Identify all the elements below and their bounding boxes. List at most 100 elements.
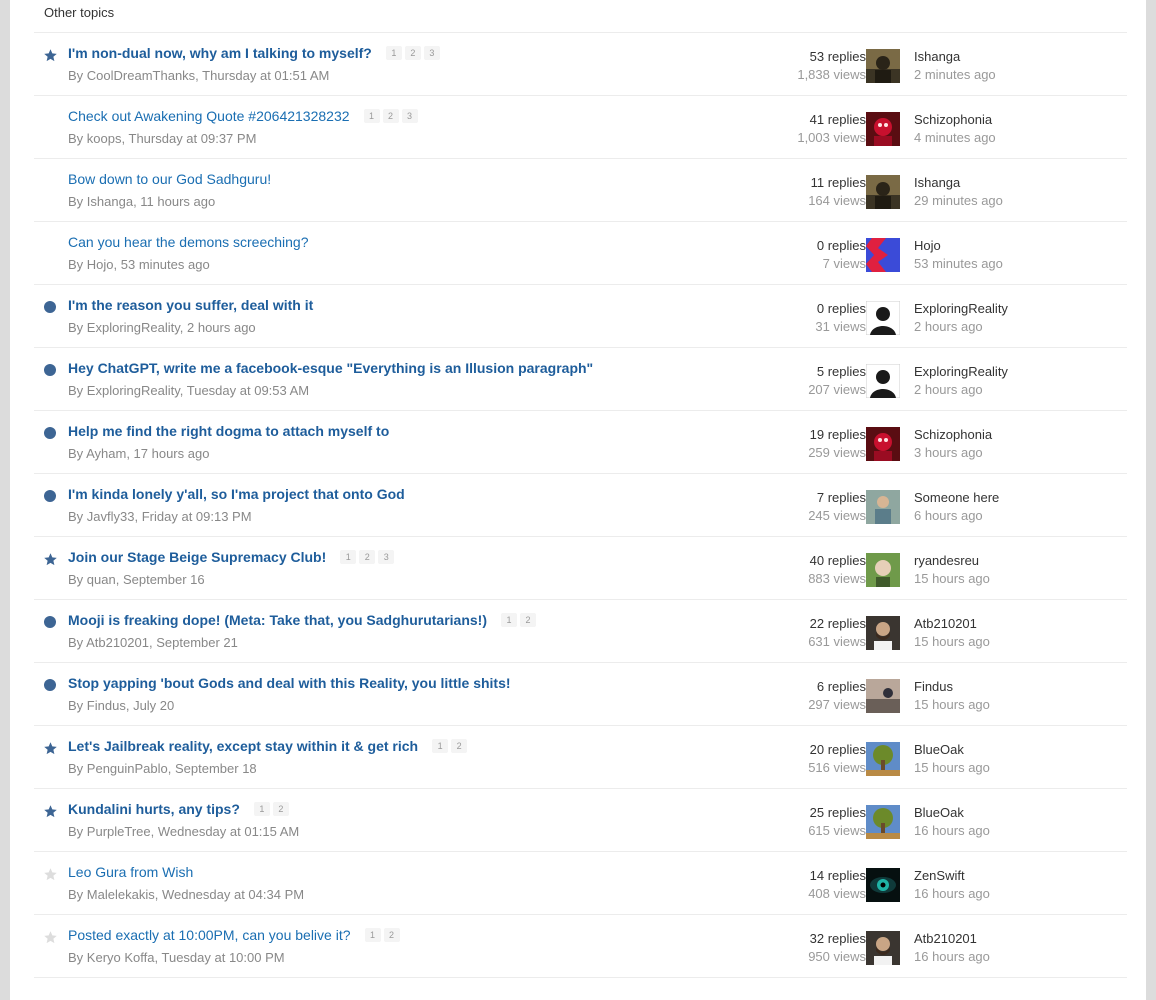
- page-link-2[interactable]: 2: [272, 802, 289, 816]
- last-poster-avatar[interactable]: [866, 490, 900, 524]
- topic-title-link[interactable]: Hey ChatGPT, write me a facebook-esque "…: [68, 360, 593, 376]
- topic-title-link[interactable]: Let's Jailbreak reality, except stay wit…: [68, 738, 418, 754]
- last-poster-avatar[interactable]: [866, 175, 900, 209]
- page-link-2[interactable]: 2: [383, 928, 400, 942]
- page-link-1[interactable]: 1: [432, 739, 449, 753]
- last-poster-avatar[interactable]: [866, 364, 900, 398]
- last-poster-name[interactable]: ZenSwift: [914, 867, 990, 885]
- topic-author-link[interactable]: Ishanga: [87, 194, 133, 209]
- topic-title-link[interactable]: Kundalini hurts, any tips?: [68, 801, 240, 817]
- last-poster-avatar[interactable]: [866, 931, 900, 965]
- last-poster-name[interactable]: BlueOak: [914, 804, 990, 822]
- last-poster-avatar[interactable]: [866, 553, 900, 587]
- reply-count: 53 replies: [809, 49, 866, 64]
- topic-author-link[interactable]: ExploringReality: [87, 320, 180, 335]
- topic-author-link[interactable]: Malelekakis: [87, 887, 155, 902]
- page-link-1[interactable]: 1: [364, 928, 381, 942]
- page-link-1[interactable]: 1: [385, 46, 402, 60]
- last-poster-avatar[interactable]: [866, 427, 900, 461]
- last-post-time: 15 hours ago: [914, 760, 990, 775]
- followed-indicator[interactable]: [42, 551, 58, 567]
- view-count: 297 views: [808, 697, 866, 712]
- last-poster-name[interactable]: Ishanga: [914, 174, 1003, 192]
- last-poster-name[interactable]: Findus: [914, 678, 990, 696]
- page-link-1[interactable]: 1: [253, 802, 270, 816]
- topic-author-link[interactable]: PurpleTree: [87, 824, 151, 839]
- topic-author-link[interactable]: Keryo Koffa: [87, 950, 155, 965]
- last-poster-name[interactable]: Someone here: [914, 489, 999, 507]
- last-poster-avatar[interactable]: [866, 868, 900, 902]
- topic-title-line: Hey ChatGPT, write me a facebook-esque "…: [68, 360, 593, 376]
- topic-author-link[interactable]: CoolDreamThanks: [87, 68, 195, 83]
- topic-author-link[interactable]: Findus: [87, 698, 126, 713]
- topic-title-link[interactable]: Can you hear the demons screeching?: [68, 234, 308, 250]
- last-post-time: 16 hours ago: [914, 886, 990, 901]
- topic-title-link[interactable]: I'm non-dual now, why am I talking to my…: [68, 45, 372, 61]
- topic-author-link[interactable]: Ayham: [86, 446, 126, 461]
- topic-title-link[interactable]: Stop yapping 'bout Gods and deal with th…: [68, 675, 511, 691]
- topic-author-link[interactable]: PenguinPablo: [87, 761, 168, 776]
- topic-meta: By PenguinPablo, September 18: [68, 761, 257, 776]
- page-link-1[interactable]: 1: [501, 613, 518, 627]
- last-poster-avatar[interactable]: [866, 112, 900, 146]
- topic-title-link[interactable]: Posted exactly at 10:00PM, can you beliv…: [68, 927, 351, 943]
- unread-indicator: [42, 362, 58, 378]
- follow-indicator[interactable]: [42, 929, 58, 945]
- topic-meta: By Javfly33, Friday at 09:13 PM: [68, 509, 252, 524]
- page-link-3[interactable]: 3: [378, 550, 395, 564]
- follow-indicator[interactable]: [42, 866, 58, 882]
- topic-title-link[interactable]: I'm the reason you suffer, deal with it: [68, 297, 313, 313]
- page-link-3[interactable]: 3: [401, 109, 418, 123]
- last-poster-name[interactable]: ryandesreu: [914, 552, 990, 570]
- topic-title-link[interactable]: Help me find the right dogma to attach m…: [68, 423, 389, 439]
- topic-author-link[interactable]: ExploringReality: [87, 383, 180, 398]
- page-link-2[interactable]: 2: [520, 613, 537, 627]
- last-poster-name[interactable]: Atb210201: [914, 615, 990, 633]
- topic-author-link[interactable]: Atb210201: [86, 635, 149, 650]
- topic-stats: 53 replies 1,838 views: [797, 48, 866, 84]
- last-poster-avatar[interactable]: [866, 679, 900, 713]
- last-poster-name[interactable]: Hojo: [914, 237, 1003, 255]
- last-poster-name[interactable]: ExploringReality: [914, 363, 1008, 381]
- topic-title-line: Mooji is freaking dope! (Meta: Take that…: [68, 612, 537, 628]
- followed-indicator[interactable]: [42, 740, 58, 756]
- followed-indicator[interactable]: [42, 803, 58, 819]
- last-poster-name[interactable]: Schizophonia: [914, 426, 992, 444]
- topic-date: 2 hours ago: [187, 320, 256, 335]
- last-poster-avatar[interactable]: [866, 805, 900, 839]
- topic-list: I'm non-dual now, why am I talking to my…: [34, 32, 1127, 978]
- topic-title-link[interactable]: Check out Awakening Quote #206421328232: [68, 108, 350, 124]
- topic-title-link[interactable]: Mooji is freaking dope! (Meta: Take that…: [68, 612, 487, 628]
- last-poster-name[interactable]: BlueOak: [914, 741, 990, 759]
- page-link-2[interactable]: 2: [382, 109, 399, 123]
- topic-title-link[interactable]: Bow down to our God Sadhguru!: [68, 171, 271, 187]
- topic-title-line: Help me find the right dogma to attach m…: [68, 423, 389, 439]
- page-link-3[interactable]: 3: [423, 46, 440, 60]
- last-poster-name[interactable]: Atb210201: [914, 930, 990, 948]
- topic-title-link[interactable]: Join our Stage Beige Supremacy Club!: [68, 549, 326, 565]
- last-poster-avatar[interactable]: [866, 49, 900, 83]
- page-link-1[interactable]: 1: [340, 550, 357, 564]
- topic-author-link[interactable]: koops: [87, 131, 122, 146]
- page-link-1[interactable]: 1: [363, 109, 380, 123]
- last-post-time: 15 hours ago: [914, 697, 990, 712]
- last-poster-avatar[interactable]: [866, 238, 900, 272]
- page-link-2[interactable]: 2: [404, 46, 421, 60]
- topic-author-link[interactable]: quan: [87, 572, 116, 587]
- page-link-2[interactable]: 2: [359, 550, 376, 564]
- topic-author-link[interactable]: Javfly33: [87, 509, 135, 524]
- last-poster-avatar[interactable]: [866, 301, 900, 335]
- last-poster-avatar[interactable]: [866, 616, 900, 650]
- last-poster-name[interactable]: ExploringReality: [914, 300, 1008, 318]
- last-poster-name[interactable]: Ishanga: [914, 48, 996, 66]
- topic-author-link[interactable]: Hojo: [87, 257, 114, 272]
- topic-row: Leo Gura from Wish By Malelekakis, Wednes…: [34, 852, 1127, 915]
- last-poster-name[interactable]: Schizophonia: [914, 111, 996, 129]
- topic-meta: By quan, September 16: [68, 572, 205, 587]
- last-poster-avatar[interactable]: [866, 742, 900, 776]
- topic-title-link[interactable]: Leo Gura from Wish: [68, 864, 193, 880]
- topic-title-link[interactable]: I'm kinda lonely y'all, so I'ma project …: [68, 486, 405, 502]
- followed-indicator[interactable]: [42, 47, 58, 63]
- page-link-2[interactable]: 2: [451, 739, 468, 753]
- topic-pagination: 123: [340, 550, 395, 564]
